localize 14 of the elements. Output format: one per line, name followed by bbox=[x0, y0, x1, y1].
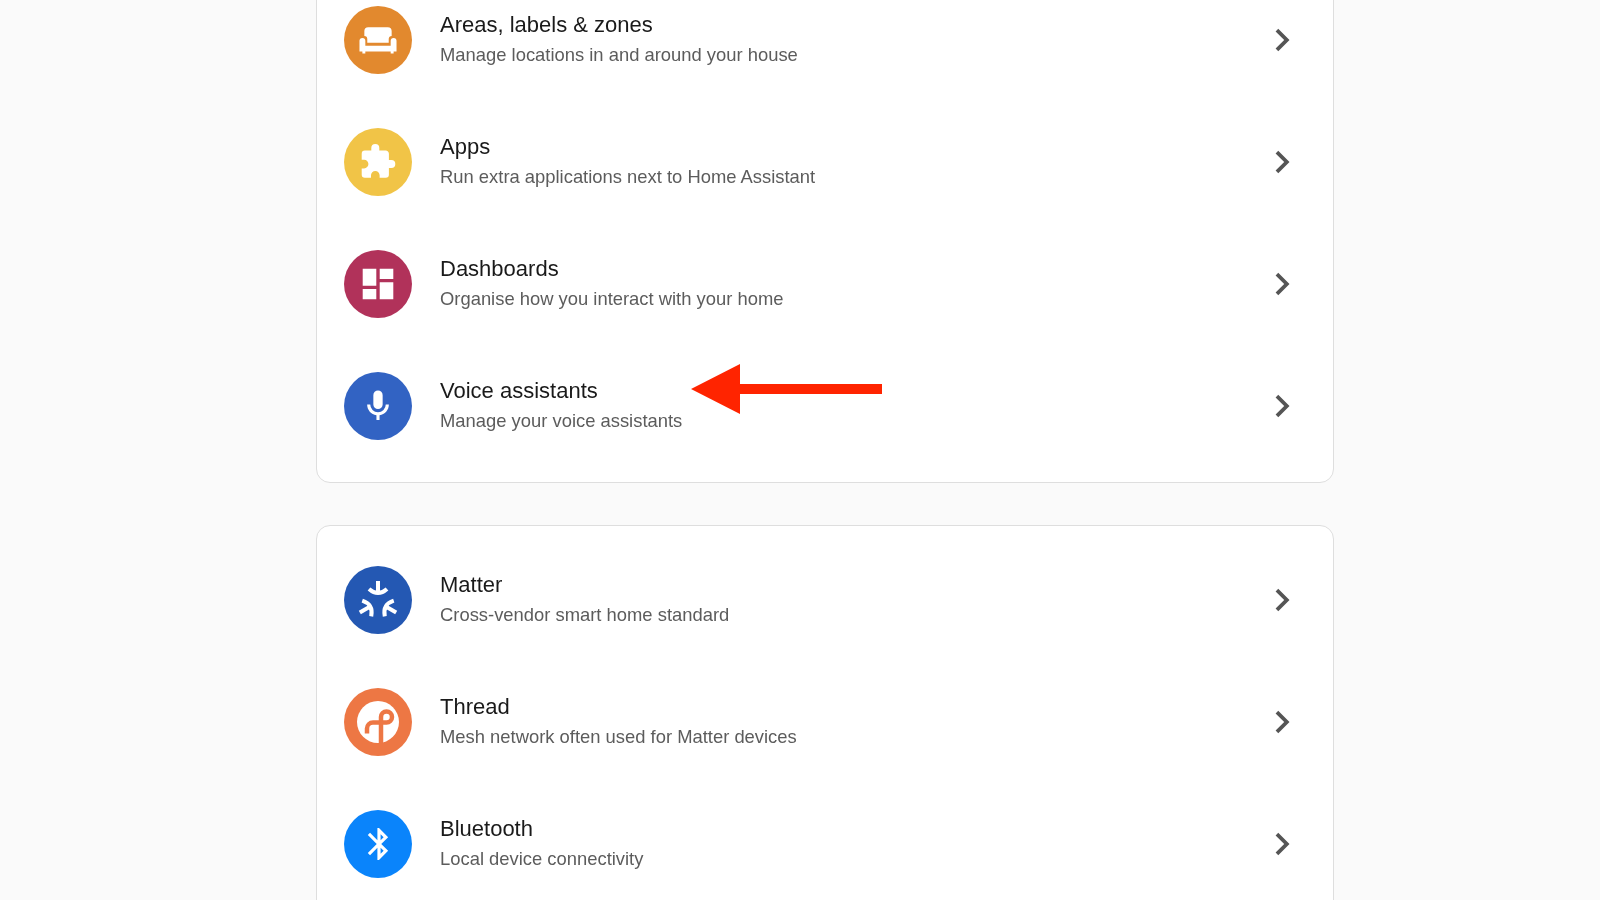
item-description: Manage your voice assistants bbox=[440, 409, 683, 433]
item-description: Local device connectivity bbox=[440, 847, 644, 871]
item-title[interactable]: Apps bbox=[440, 132, 491, 162]
item-title[interactable]: Thread bbox=[440, 692, 510, 722]
item-title[interactable]: Bluetooth bbox=[440, 814, 533, 844]
item-description: Cross-vendor smart home standard bbox=[440, 603, 730, 627]
item-title[interactable]: Dashboards bbox=[440, 254, 559, 284]
item-description: Run extra applications next to Home Assistant bbox=[440, 165, 816, 189]
item-title[interactable]: Voice assistants bbox=[440, 376, 598, 406]
item-description: Mesh network often used for Matter devices bbox=[440, 725, 797, 749]
item-title[interactable]: Matter bbox=[440, 570, 503, 600]
item-title[interactable]: Areas, labels & zones bbox=[440, 10, 653, 40]
item-description: Manage locations in and around your house bbox=[440, 43, 798, 67]
item-description: Organise how you interact with your home bbox=[440, 287, 784, 311]
